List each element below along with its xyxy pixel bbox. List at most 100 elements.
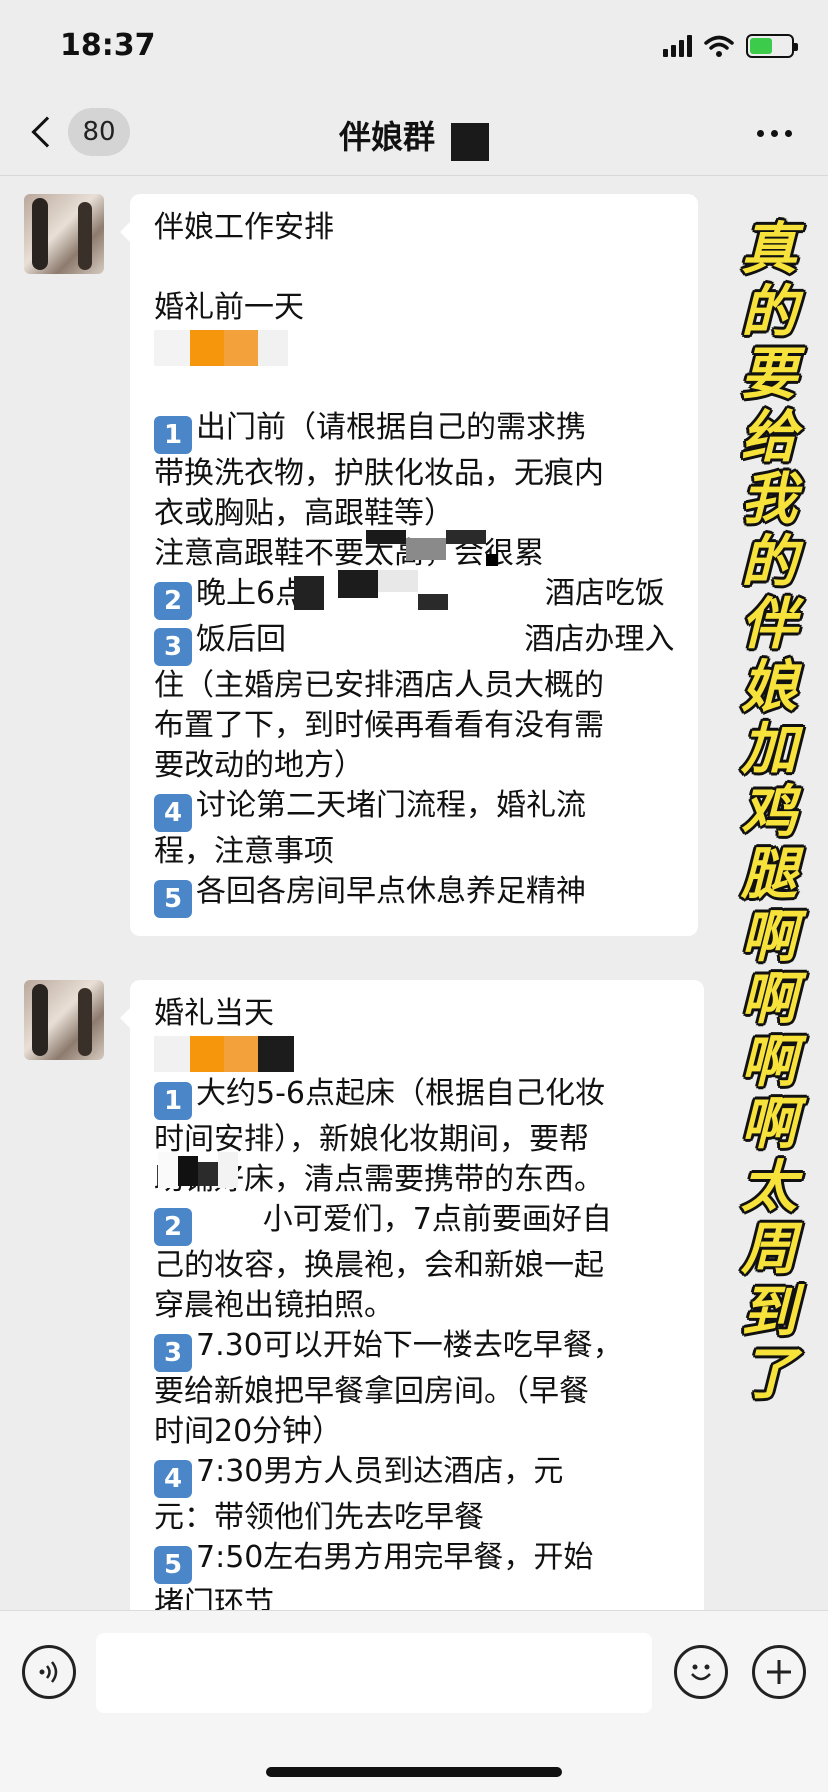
sender-avatar[interactable] [24, 194, 104, 274]
message-text: 带换洗衣物，护肤化妆品，无痕内 [154, 456, 604, 491]
home-indicator [266, 1767, 562, 1777]
message-text: 要给新娘把早餐拿回房间。（早餐 [154, 1374, 589, 1409]
keycap-number-icon: 4 [154, 1460, 192, 1498]
keycap-number-icon: 5 [154, 880, 192, 918]
battery-icon [746, 34, 798, 58]
message-text: 住（主婚房已安排酒店人员大概的 [154, 668, 604, 703]
caption-character: 的 [741, 278, 797, 345]
caption-character: 的 [741, 528, 797, 595]
keycap-number-icon: 5 [154, 1546, 192, 1584]
message-line: 1 大约5-6点起床（根据自己化妆 [154, 1074, 680, 1120]
chat-header: 80 伴娘群 [0, 96, 828, 176]
message-line: 4 讨论第二天堵门流程，婚礼流 [154, 786, 674, 832]
keycap-number-icon: 1 [154, 1082, 192, 1120]
caption-character: 腿 [741, 841, 797, 907]
smiley-icon [691, 1664, 711, 1681]
caption-character: 给 [741, 403, 797, 470]
message-line: 5 各回各房间早点休息养足精神 [154, 872, 674, 918]
caption-character: 我 [741, 466, 797, 532]
message-line: 1 出门前（请根据自己的需求携 [154, 408, 674, 454]
overlay-caption: 真的要给我的伴娘加鸡腿啊啊啊啊太周到了 [724, 218, 814, 1406]
caption-character: 真 [741, 216, 797, 282]
caption-character: 到 [741, 1278, 797, 1345]
message-line: 5 7:50左右男方用完早餐，开始 [154, 1538, 680, 1584]
redaction-block [451, 122, 489, 161]
message-line: 4 7:30男方人员到达酒店，元 [154, 1452, 680, 1498]
voice-input-button[interactable] [22, 1645, 76, 1699]
keycap-number-icon: 4 [154, 794, 192, 832]
emoji-button[interactable] [674, 1645, 728, 1699]
message-line: 程，注意事项 [154, 832, 674, 872]
more-options-button[interactable] [757, 130, 792, 137]
caption-character: 娘 [741, 653, 797, 720]
message-line: 布置了下，到时候再看看有没有需 [154, 706, 674, 746]
message-line: 带换洗衣物，护肤化妆品，无痕内 [154, 454, 674, 494]
message-text: 婚礼前一天 [154, 290, 304, 325]
caption-character: 周 [741, 1216, 797, 1282]
message-text: 己的妆容，换晨袍，会和新娘一起 [154, 1248, 604, 1283]
message-line: 时间20分钟） [154, 1412, 680, 1452]
message-line: 己的妆容，换晨袍，会和新娘一起 [154, 1246, 680, 1286]
chat-title[interactable]: 伴娘群 [339, 118, 435, 156]
status-bar: 18:37 [0, 0, 828, 96]
message-text: 穿晨袍出镜拍照。 [154, 1288, 394, 1323]
voice-icon [39, 1661, 58, 1683]
keycap-number-icon: 2 [154, 1208, 192, 1246]
message-text: 婚礼当天 [154, 996, 274, 1031]
message-text: 元：带领他们先去吃早餐 [154, 1500, 484, 1535]
status-time: 18:37 [60, 28, 156, 63]
caption-character: 鸡 [741, 778, 797, 845]
caption-character: 啊 [741, 966, 797, 1032]
sender-avatar[interactable] [24, 980, 104, 1060]
message-text: 要改动的地方） [154, 748, 364, 783]
message-line: 穿晨袍出镜拍照。 [154, 1286, 680, 1326]
message-text: 出门前（请根据自己的需求携 [196, 410, 586, 445]
message-line: 元：带领他们先去吃早餐 [154, 1498, 680, 1538]
message-line: 要给新娘把早餐拿回房间。（早餐 [154, 1372, 680, 1412]
keycap-number-icon: 2 [154, 582, 192, 620]
message-text: 7:30男方人员到达酒店，元 [196, 1454, 564, 1489]
message-text: 大约5-6点起床（根据自己化妆 [196, 1076, 605, 1111]
caption-character: 啊 [741, 903, 797, 970]
message-text: 布置了下，到时候再看看有没有需 [154, 708, 604, 743]
input-bar [0, 1610, 828, 1792]
message-text: 饭后回 酒店办理入 [196, 622, 675, 657]
caption-character: 加 [741, 716, 797, 782]
caption-character: 要 [741, 341, 797, 407]
message-bubble[interactable]: 婚礼当天 1 大约5-6点起床（根据自己化妆 时间安排），新娘化妆期间，要帮 助铺好床，… [120, 980, 704, 1642]
message-line: 衣或胸贴，高跟鞋等） [154, 494, 674, 534]
caption-character: 了 [741, 1341, 797, 1407]
message-text: 7:50左右男方用完早餐，开始 [196, 1540, 594, 1575]
message-line: 3 7.30可以开始下一楼去吃早餐， [154, 1326, 680, 1372]
status-icons [663, 34, 798, 58]
plus-icon [767, 1660, 791, 1684]
cellular-signal-icon [663, 35, 692, 57]
message-text: 程，注意事项 [154, 834, 334, 869]
message-text: 各回各房间早点休息养足精神 [196, 874, 586, 909]
message-text: 讨论第二天堵门流程，婚礼流 [196, 788, 586, 823]
caption-character: 啊 [741, 1091, 797, 1157]
message-input[interactable] [96, 1633, 652, 1713]
message-line: 3 饭后回 酒店办理入 [154, 620, 674, 666]
message-line: 婚礼当天 [154, 994, 680, 1034]
wifi-icon [704, 35, 734, 57]
message-text: 7.30可以开始下一楼去吃早餐， [196, 1328, 623, 1363]
message-line: 伴娘工作安排 [154, 208, 674, 248]
more-functions-button[interactable] [752, 1645, 806, 1699]
caption-character: 太 [741, 1153, 797, 1220]
message-text: 伴娘工作安排 [154, 210, 334, 245]
redacted-content [154, 328, 674, 368]
redacted-content [154, 1034, 680, 1074]
message-line: 2 小可爱们，7点前要画好自 [154, 1200, 680, 1246]
message-line: 要改动的地方） [154, 746, 674, 786]
message-text: 衣或胸贴，高跟鞋等） [154, 496, 454, 531]
keycap-number-icon: 1 [154, 416, 192, 454]
message-text: 小可爱们，7点前要画好自 [196, 1202, 612, 1237]
keycap-number-icon: 3 [154, 628, 192, 666]
message-line: 婚礼前一天 [154, 288, 674, 328]
caption-character: 啊 [741, 1028, 797, 1095]
message-bubble[interactable]: 伴娘工作安排 婚礼前一天 1 出门前（请根据自己的需求携 带换洗衣物，护肤化妆品，无痕内… [120, 194, 698, 936]
keycap-number-icon: 3 [154, 1334, 192, 1372]
